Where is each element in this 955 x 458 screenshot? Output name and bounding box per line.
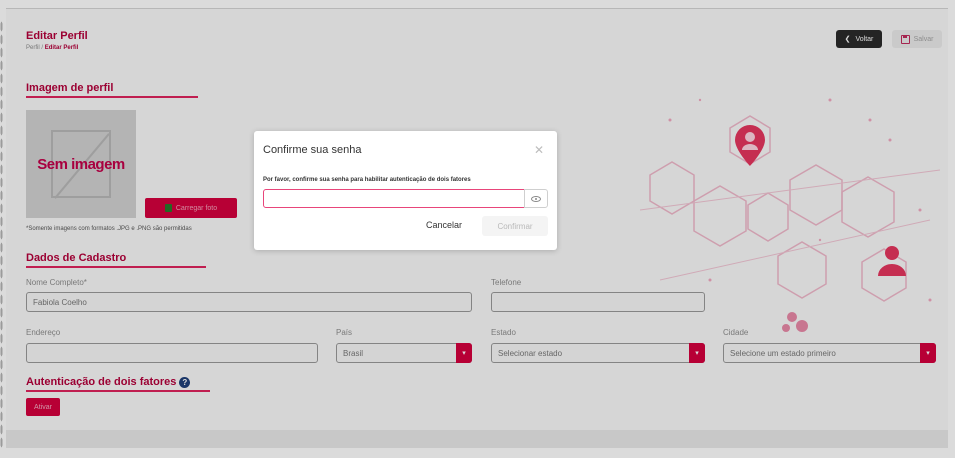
dialog-title: Confirme sua senha [263, 144, 362, 156]
toggle-password-visibility-button[interactable] [524, 189, 548, 208]
dialog-message: Por favor, confirme sua senha para habil… [263, 177, 471, 183]
confirm-button[interactable]: Confirmar [482, 216, 548, 236]
cancel-button[interactable]: Cancelar [426, 220, 462, 230]
confirm-password-dialog: Confirme sua senha ✕ Por favor, confirme… [254, 131, 557, 250]
password-input[interactable] [263, 189, 525, 208]
eye-icon [531, 195, 541, 202]
close-icon[interactable]: ✕ [534, 143, 544, 157]
